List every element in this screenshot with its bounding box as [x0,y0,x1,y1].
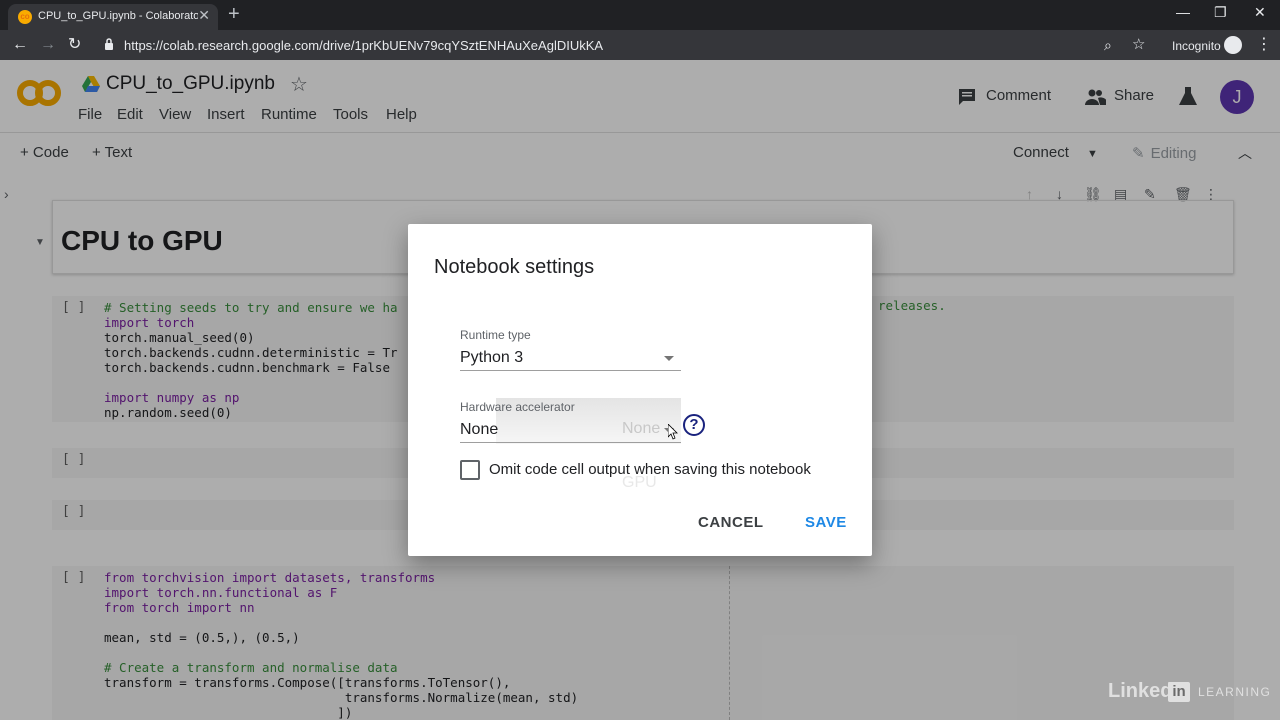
chevron-down-icon[interactable] [664,356,674,361]
colab-favicon-icon: co [18,10,32,24]
runtime-type-label: Runtime type [460,328,531,342]
linkedin-logo-icon: in [1168,682,1190,702]
hardware-accelerator-select[interactable]: None [460,421,498,439]
restore-window-icon[interactable]: ❐ [1214,4,1227,21]
browser-tab[interactable]: co CPU_to_GPU.ipynb - Colaborator ✕ [8,4,218,30]
notebook-settings-dialog: Notebook settings Runtime type Python 3 … [408,224,872,556]
minimize-window-icon[interactable]: — [1176,4,1190,20]
tab-title: CPU_to_GPU.ipynb - Colaborator [38,10,198,22]
incognito-icon[interactable] [1224,36,1242,54]
close-tab-icon[interactable]: ✕ [198,7,210,24]
browser-tab-bar: co CPU_to_GPU.ipynb - Colaborator ✕ + — … [0,0,1280,30]
mouse-cursor-icon [668,424,678,440]
menu-option-none[interactable]: None [622,420,660,438]
runtime-type-select[interactable]: Python 3 [460,349,523,367]
new-tab-button[interactable]: + [228,3,240,25]
save-button[interactable]: SAVE [805,514,847,531]
help-icon[interactable]: ? [683,414,705,436]
forward-arrow-icon[interactable]: → [40,35,56,55]
watermark-learning: LEARNING [1198,685,1272,699]
hardware-accelerator-underline [460,442,681,443]
incognito-label: Incognito [1172,39,1221,53]
close-window-icon[interactable]: ✕ [1254,4,1266,21]
browser-menu-icon[interactable]: ⋮ [1256,34,1272,54]
bookmark-star-icon[interactable]: ☆ [1132,35,1145,55]
url-field[interactable]: https://colab.research.google.com/drive/… [124,38,603,53]
back-arrow-icon[interactable]: ← [12,35,28,55]
dialog-title: Notebook settings [434,256,595,278]
reload-icon[interactable]: ↻ [68,35,81,55]
cancel-button[interactable]: CANCEL [698,514,764,531]
hardware-accelerator-label: Hardware accelerator [460,400,575,414]
runtime-type-underline [460,370,681,371]
zoom-icon[interactable]: ⌕ [1104,35,1112,55]
omit-output-checkbox[interactable] [460,460,480,480]
omit-output-label[interactable]: Omit code cell output when saving this n… [489,461,811,478]
watermark-linked: Linked [1108,680,1173,702]
lock-icon [105,38,113,50]
browser-address-bar: ← → ↻ https://colab.research.google.com/… [0,30,1280,60]
